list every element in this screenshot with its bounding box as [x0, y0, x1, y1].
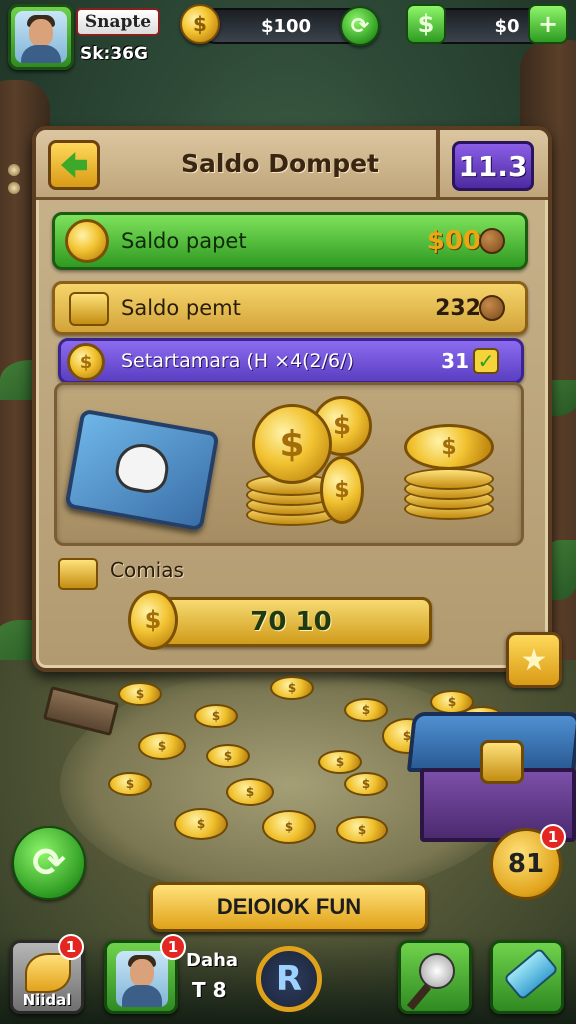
bronze-coin-icon: [479, 228, 505, 254]
gold-coin-icon: $: [67, 343, 105, 381]
add-icon: ⟳: [350, 13, 370, 39]
gold-coin-icon: $: [404, 424, 494, 470]
row-value: 31: [441, 349, 469, 373]
r-emblem-icon: R: [275, 959, 303, 999]
back-arrow-icon: [61, 152, 87, 178]
slot-label: Daha: [186, 950, 239, 971]
wallet-row-primary[interactable]: Saldo papet $00: [52, 212, 528, 270]
comias-label: Comias: [110, 558, 184, 582]
player-name: Snapte: [76, 8, 160, 36]
lock-icon: [480, 740, 524, 784]
brush-icon: [502, 947, 560, 1001]
refresh-button[interactable]: ⟳: [12, 826, 86, 900]
panel-title: Saldo Dompet: [181, 149, 379, 178]
notification-badge: 1: [160, 934, 186, 960]
checkbox-icon[interactable]: ✓: [473, 348, 499, 374]
coin-add-button[interactable]: ⟳: [340, 6, 380, 46]
rewards-count: 81: [507, 849, 545, 879]
back-button[interactable]: [48, 140, 100, 190]
notification-badge: 1: [540, 824, 566, 850]
gold-coin-icon: $: [252, 404, 332, 484]
slot-caption: Niidal: [22, 991, 72, 1009]
row-label: Setartamara (H ×4(2/6/): [121, 350, 354, 372]
magnifier-icon: [419, 953, 455, 989]
slot-value: T 8: [192, 978, 227, 1002]
plus-icon: +: [537, 10, 559, 38]
treasure-chest[interactable]: [406, 712, 576, 842]
profile-portrait: [116, 951, 168, 1007]
star-icon: ★: [520, 642, 548, 678]
coin-balance-value: $100: [260, 15, 312, 37]
gold-bars-icon: [58, 558, 98, 590]
level-badge: 11.3: [452, 141, 534, 191]
panel-bolt: [8, 164, 20, 176]
progress-coin-icon: $: [128, 590, 178, 650]
ranking-button[interactable]: R: [256, 946, 322, 1012]
main-action-button[interactable]: DEIOIOK FUN: [150, 882, 428, 932]
wallet-row-bonus[interactable]: $ Setartamara (H ×4(2/6/) 31 ✓: [58, 338, 524, 384]
ghost-emblem-icon: [112, 439, 173, 497]
favorite-button[interactable]: ★: [506, 632, 562, 688]
bronze-coin-icon: [479, 295, 505, 321]
cash-icon: $: [406, 4, 446, 44]
refresh-icon: ⟳: [32, 840, 66, 886]
cash-add-button[interactable]: +: [528, 4, 568, 44]
gold-bar-stack-icon: [69, 292, 109, 326]
avatar-portrait: [15, 11, 67, 63]
row-value: $00: [426, 226, 481, 256]
banana-icon: [25, 953, 71, 993]
wallet-row-secondary[interactable]: Saldo pemt 232: [52, 281, 528, 335]
mascot-coin-icon: [65, 219, 109, 263]
cash-balance-value: $0: [494, 15, 520, 37]
coin-icon: $: [180, 4, 220, 44]
coin-progress-bar: 70 10: [150, 597, 432, 647]
nav-slot-clean[interactable]: [490, 940, 564, 1014]
row-value: 232: [435, 295, 481, 321]
progress-value: 70 10: [250, 607, 332, 637]
player-stat: Sk:36G: [80, 44, 148, 64]
nav-slot-tools[interactable]: [398, 940, 472, 1014]
gold-coin-icon: $: [320, 456, 364, 524]
row-label: Saldo pemt: [121, 296, 241, 320]
row-label: Saldo papet: [121, 229, 247, 253]
notification-badge: 1: [58, 934, 84, 960]
player-avatar[interactable]: [8, 4, 74, 70]
panel-bolt: [8, 182, 20, 194]
